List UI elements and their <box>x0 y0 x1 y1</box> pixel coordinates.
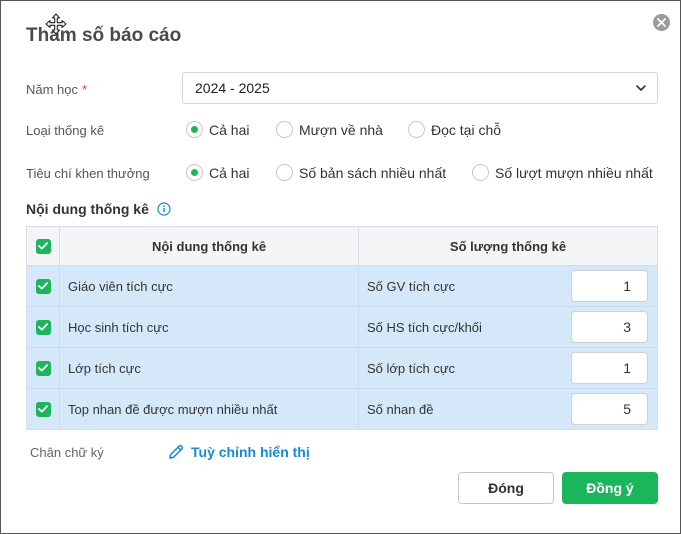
reward-option-most-borrows[interactable]: Số lượt mượn nhiều nhất <box>472 164 653 181</box>
row-content: Học sinh tích cực <box>60 307 359 347</box>
check-icon <box>38 323 48 331</box>
stat-content-section-title: Nội dung thống kê <box>26 201 171 217</box>
row-content: Top nhan đề được mượn nhiều nhất <box>60 389 359 429</box>
row-checkbox[interactable] <box>35 278 51 294</box>
check-icon <box>38 242 48 250</box>
row-checkbox[interactable] <box>35 319 51 335</box>
header-quantity: Số lượng thống kê <box>449 238 567 254</box>
report-params-dialog: Tham số báo cáo Năm học * 2024 - 2025 Loạ… <box>0 0 681 534</box>
quantity-input[interactable]: 1 <box>571 352 648 384</box>
row-quantity-label: Số nhan đề <box>367 401 434 417</box>
radio-selected-icon <box>186 121 203 138</box>
row-quantity-label: Số lớp tích cực <box>367 360 456 376</box>
radio-icon <box>276 164 293 181</box>
select-all-checkbox[interactable] <box>35 238 51 254</box>
table-row: Top nhan đề được mượn nhiều nhất Số nhan… <box>27 388 657 429</box>
school-year-label: Năm học * <box>26 82 88 97</box>
close-dialog-button[interactable]: Đóng <box>458 472 554 504</box>
confirm-button[interactable]: Đồng ý <box>562 472 658 504</box>
check-icon <box>38 364 48 372</box>
row-checkbox[interactable] <box>35 401 51 417</box>
stat-type-option-both[interactable]: Cả hai <box>186 121 249 138</box>
school-year-value: 2024 - 2025 <box>195 80 270 96</box>
reward-criteria-label: Tiêu chí khen thưởng <box>26 166 150 181</box>
chevron-down-icon <box>636 85 646 91</box>
info-icon[interactable] <box>157 202 171 216</box>
row-quantity-label: Số GV tích cực <box>367 278 456 294</box>
check-icon <box>38 282 48 290</box>
table-row: Giáo viên tích cực Số GV tích cực 1 <box>27 265 657 306</box>
radio-selected-icon <box>186 164 203 181</box>
move-cursor-icon <box>45 13 67 35</box>
close-button[interactable] <box>653 14 670 31</box>
row-quantity-label: Số HS tích cực/khối <box>367 319 482 335</box>
table-row: Học sinh tích cực Số HS tích cực/khối 3 <box>27 306 657 347</box>
stat-type-label: Loại thống kê <box>26 123 105 138</box>
signature-label: Chân chữ ký <box>30 445 104 460</box>
table-row: Lớp tích cực Số lớp tích cực 1 <box>27 347 657 388</box>
quantity-input[interactable]: 1 <box>571 270 648 302</box>
quantity-input[interactable]: 5 <box>571 393 648 425</box>
radio-icon <box>472 164 489 181</box>
close-icon <box>657 18 666 27</box>
header-content: Nội dung thống kê <box>60 227 359 265</box>
quantity-input[interactable]: 3 <box>571 311 648 343</box>
stat-content-table: Nội dung thống kê Số lượng thống kê Giáo… <box>26 226 658 430</box>
radio-icon <box>276 121 293 138</box>
required-mark: * <box>82 82 88 97</box>
radio-icon <box>408 121 425 138</box>
row-content: Lớp tích cực <box>60 348 359 388</box>
reward-option-most-copies[interactable]: Số bản sách nhiều nhất <box>276 164 446 181</box>
customize-display-link[interactable]: Tuỳ chỉnh hiển thị <box>167 443 310 461</box>
pencil-icon <box>169 444 184 459</box>
table-header: Nội dung thống kê Số lượng thống kê <box>27 227 657 265</box>
school-year-select[interactable]: 2024 - 2025 <box>182 72 658 104</box>
stat-type-option-read-onsite[interactable]: Đọc tại chỗ <box>408 121 501 138</box>
check-icon <box>38 405 48 413</box>
reward-option-both[interactable]: Cả hai <box>186 164 249 181</box>
stat-type-option-borrow-home[interactable]: Mượn về nhà <box>276 121 383 138</box>
row-content: Giáo viên tích cực <box>60 266 359 306</box>
row-checkbox[interactable] <box>35 360 51 376</box>
select-all-cell <box>27 227 60 265</box>
